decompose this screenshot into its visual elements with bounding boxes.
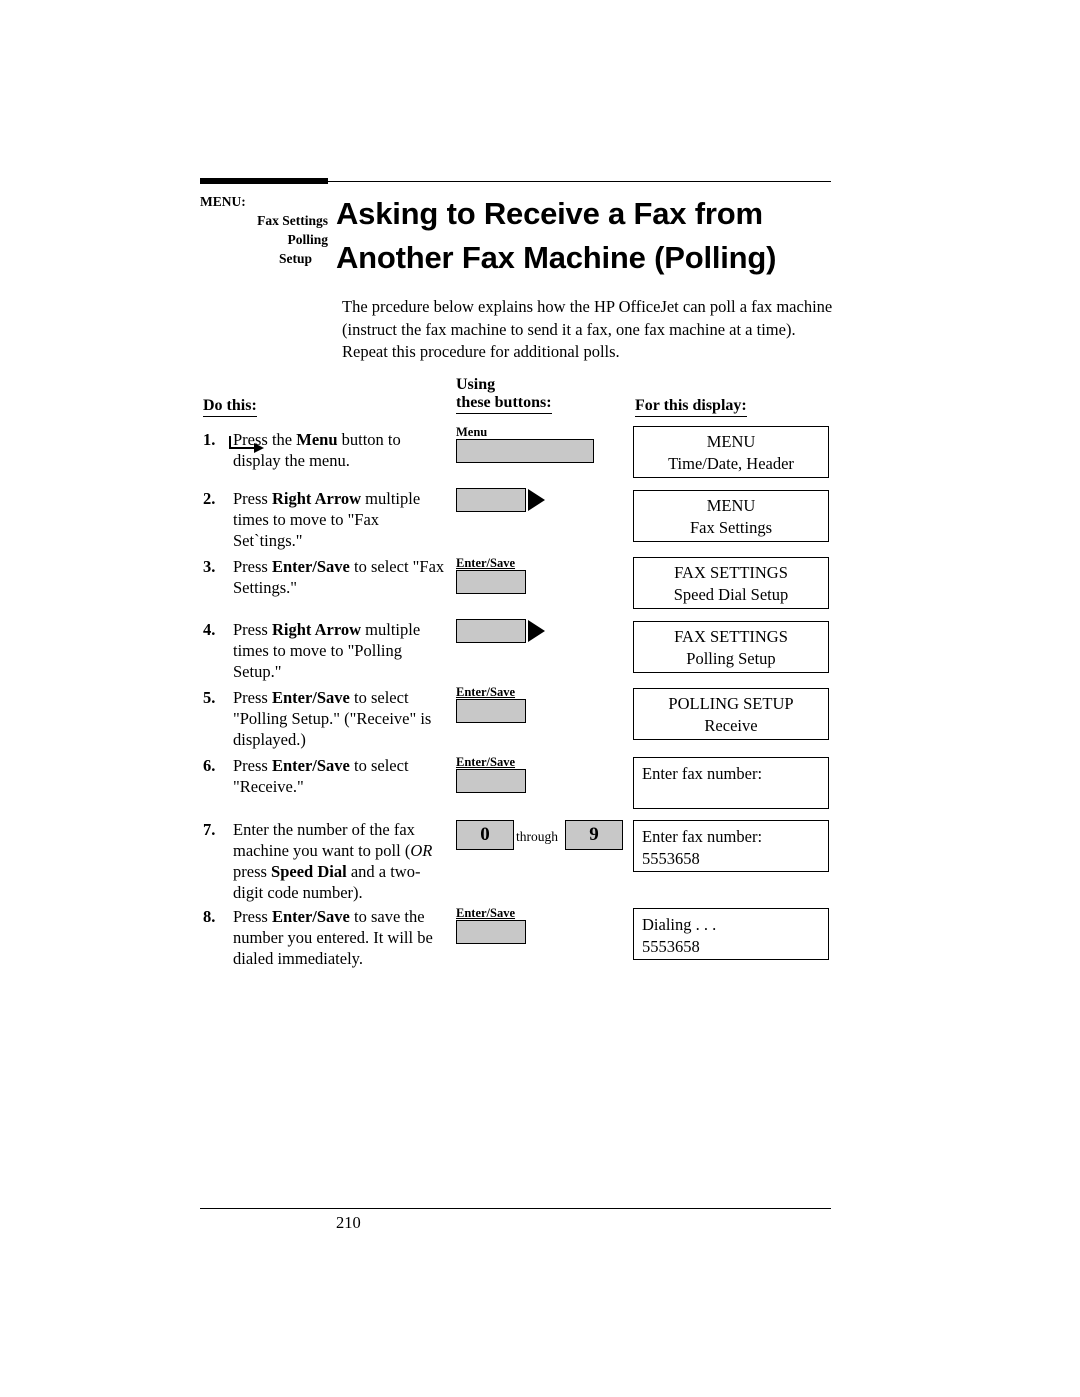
page-title: Asking to Receive a Fax from Another Fax… bbox=[336, 192, 856, 280]
step-7-display-line2: 5553658 bbox=[642, 849, 700, 868]
step-4-number: 4. bbox=[203, 620, 216, 639]
keypad-through-label: through bbox=[516, 829, 558, 844]
step-3-display-line2: Speed Dial Setup bbox=[673, 585, 789, 604]
column-header-using-line2: these buttons: bbox=[456, 394, 552, 414]
breadcrumb-fax-settings: Fax Settings bbox=[257, 213, 328, 228]
menu-button-graphic[interactable] bbox=[456, 439, 594, 463]
step-5-button-label: Enter/Save bbox=[456, 685, 516, 699]
step-7-text: Enter the number of the fax machine you … bbox=[233, 820, 433, 902]
right-arrow-icon-step4 bbox=[528, 620, 545, 642]
step-7-display: Enter fax number: 5553658 bbox=[633, 820, 829, 872]
step-6-display: Enter fax number: bbox=[633, 757, 829, 809]
step-3-text: Press Enter/Save to select "Fax Settings… bbox=[233, 557, 445, 597]
step-5-number: 5. bbox=[203, 688, 216, 707]
step-3-number: 3. bbox=[203, 557, 216, 576]
right-arrow-button-graphic-step2[interactable] bbox=[456, 488, 526, 512]
step-3-display: FAX SETTINGS Speed Dial Setup bbox=[633, 557, 829, 609]
step-6-display-line1: Enter fax number: bbox=[642, 764, 763, 783]
step-3: 3. Press Enter/Save to select "Fax Setti… bbox=[203, 556, 448, 598]
enter-save-button-graphic-step5[interactable] bbox=[456, 699, 526, 723]
intro-paragraph: The prcedure below explains how the HP O… bbox=[342, 297, 833, 361]
step-1-number: 1. bbox=[203, 430, 216, 449]
right-arrow-button-graphic-step4[interactable] bbox=[456, 619, 526, 643]
step-8-display-line1: Dialing . . . bbox=[642, 915, 717, 934]
step-5-display-line1: POLLING SETUP bbox=[668, 694, 794, 713]
column-header-do-this: Do this: bbox=[203, 397, 257, 417]
step-8-display: Dialing . . . 5553658 bbox=[633, 908, 829, 960]
page: MENU: Fax Settings Polling Setup Asking … bbox=[0, 0, 1080, 1397]
step-5-display-line2: Receive bbox=[704, 716, 758, 735]
header-rule-thick bbox=[200, 178, 328, 184]
step-4-display-line1: FAX SETTINGS bbox=[674, 627, 788, 646]
header-rule-thin bbox=[328, 181, 831, 182]
step-7-display-line1: Enter fax number: bbox=[642, 827, 763, 846]
step-7-number: 7. bbox=[203, 820, 216, 839]
enter-save-button-graphic-step3[interactable] bbox=[456, 570, 526, 594]
step-7: 7. Enter the number of the fax machine y… bbox=[203, 819, 448, 903]
right-arrow-icon-step2 bbox=[528, 489, 545, 511]
column-header-using-line1: Using bbox=[456, 376, 496, 393]
step-6-button-label: Enter/Save bbox=[456, 755, 516, 769]
step-2: 2. Press Right Arrow multiple times to m… bbox=[203, 488, 448, 551]
step-2-number: 2. bbox=[203, 489, 216, 508]
breadcrumb-polling: Polling bbox=[287, 232, 328, 247]
step-8-display-line2: 5553658 bbox=[642, 937, 700, 956]
step-1-display-line2: Time/Date, Header bbox=[668, 454, 794, 473]
step-4-display: FAX SETTINGS Polling Setup bbox=[633, 621, 829, 673]
step-4: 4. Press Right Arrow multiple times to m… bbox=[203, 619, 448, 682]
column-header-using-buttons: Using these buttons: bbox=[456, 376, 552, 414]
page-title-line1: Asking to Receive a Fax from bbox=[336, 196, 763, 231]
step-1-text: Press the Menu button to display the men… bbox=[233, 430, 401, 470]
step-8-text: Press Enter/Save to save the number you … bbox=[233, 907, 433, 968]
step-5: 5. Press Enter/Save to select "Polling S… bbox=[203, 687, 448, 750]
step-2-text: Press Right Arrow multiple times to move… bbox=[233, 489, 421, 550]
step-6: 6. Press Enter/Save to select "Receive." bbox=[203, 755, 448, 797]
step-8-number: 8. bbox=[203, 907, 216, 926]
step-6-text: Press Enter/Save to select "Receive." bbox=[233, 756, 409, 796]
step-1-display-line1: MENU bbox=[706, 432, 756, 451]
footer-rule bbox=[200, 1208, 831, 1209]
page-title-line2: Another Fax Machine (Polling) bbox=[336, 240, 777, 275]
step-4-text: Press Right Arrow multiple times to move… bbox=[233, 620, 421, 681]
step-5-display: POLLING SETUP Receive bbox=[633, 688, 829, 740]
step-5-text: Press Enter/Save to select "Polling Setu… bbox=[233, 688, 432, 749]
enter-save-button-graphic-step6[interactable] bbox=[456, 769, 526, 793]
step-8: 8. Press Enter/Save to save the number y… bbox=[203, 906, 448, 969]
keypad-0-label: 0 bbox=[480, 824, 490, 845]
step-3-button-label: Enter/Save bbox=[456, 556, 516, 570]
keypad-9-label: 9 bbox=[589, 824, 599, 845]
breadcrumb-menu: MENU: bbox=[200, 194, 246, 209]
step-6-number: 6. bbox=[203, 756, 216, 775]
step-2-display-line1: MENU bbox=[706, 496, 756, 515]
page-number: 210 bbox=[336, 1213, 361, 1232]
step-2-display: MENU Fax Settings bbox=[633, 490, 829, 542]
step-8-button-label: Enter/Save bbox=[456, 906, 516, 920]
step-2-display-line2: Fax Settings bbox=[689, 518, 773, 537]
breadcrumb-setup: Setup bbox=[278, 251, 312, 266]
column-header-for-this-display: For this display: bbox=[635, 397, 747, 417]
enter-save-button-graphic-step8[interactable] bbox=[456, 920, 526, 944]
step-4-display-line2: Polling Setup bbox=[686, 649, 776, 668]
breadcrumb: MENU: Fax Settings Polling Setup bbox=[200, 192, 330, 453]
step-1: 1. Press the Menu button to display the … bbox=[203, 429, 448, 471]
step-3-display-line1: FAX SETTINGS bbox=[674, 563, 788, 582]
step-1-button-label: Menu bbox=[456, 425, 488, 439]
step-1-display: MENU Time/Date, Header bbox=[633, 426, 829, 478]
